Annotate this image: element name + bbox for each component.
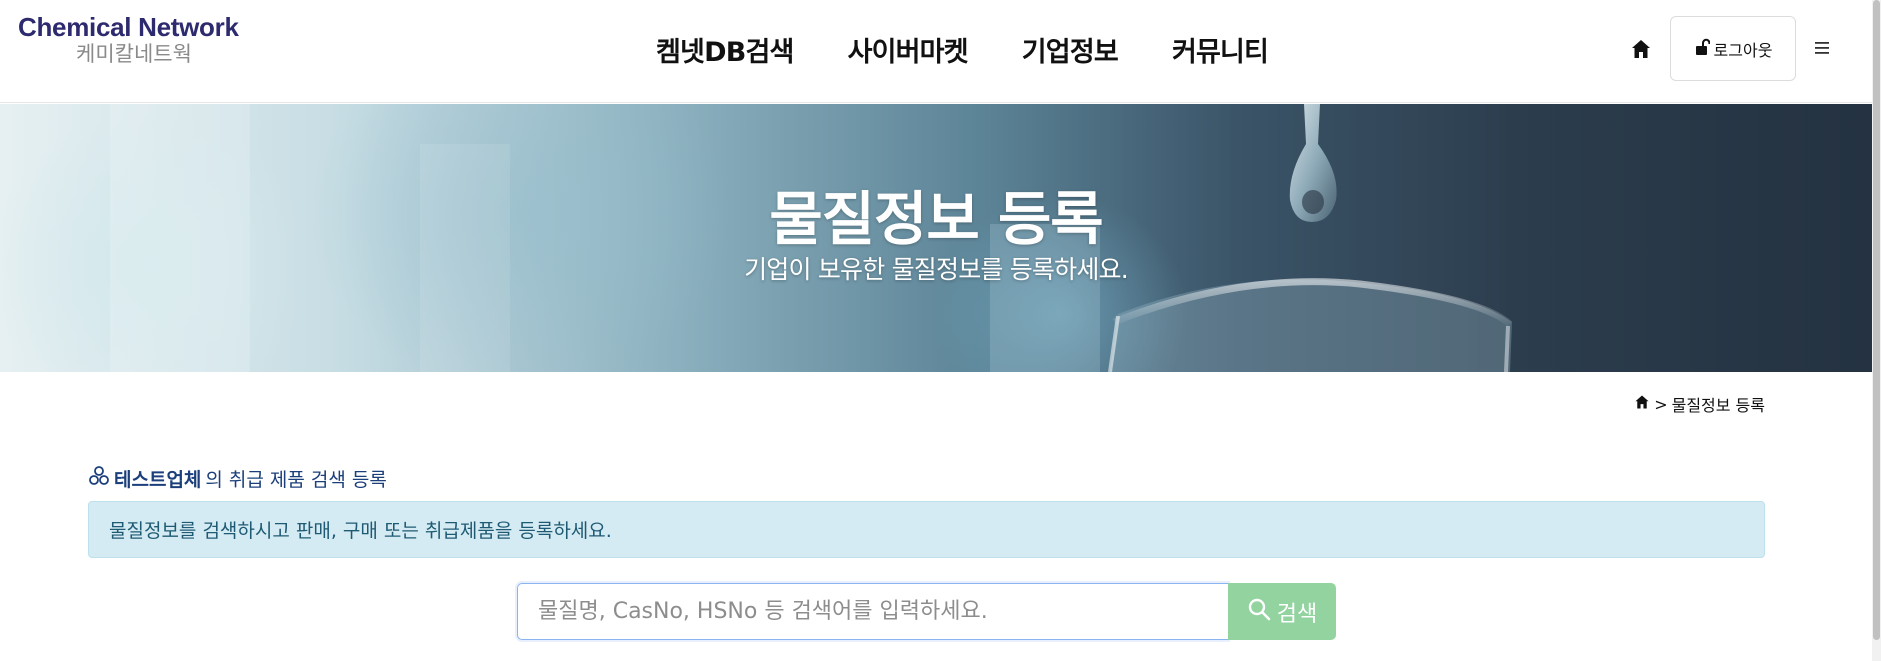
logout-label: 로그아웃 <box>1713 40 1773 60</box>
site-header: Chemical Network 케미칼네트웍 켐넷DB검색 사이버마켓 기업정… <box>0 0 1872 103</box>
search-input[interactable] <box>517 583 1228 640</box>
breadcrumb-current: 물질정보 등록 <box>1671 396 1765 415</box>
search-button-label: 검색 <box>1276 600 1318 626</box>
nav-community[interactable]: 커뮤니티 <box>1172 30 1269 69</box>
breadcrumb: > 물질정보 등록 <box>1634 392 1765 416</box>
unlock-icon <box>1694 38 1710 60</box>
hero-banner: 물질정보 등록 기업이 보유한 물질정보를 등록하세요. <box>0 104 1872 372</box>
hamburger-icon[interactable] <box>1814 34 1830 62</box>
search-icon <box>1247 597 1271 627</box>
molecule-icon <box>88 465 110 492</box>
logo-korean: 케미칼네트웍 <box>76 42 192 66</box>
logo-english: Chemical Network <box>18 12 239 42</box>
company-name: 테스트업체 <box>114 469 202 491</box>
logout-button[interactable]: 로그아웃 <box>1670 16 1796 81</box>
site-logo[interactable]: Chemical Network 케미칼네트웍 <box>18 12 239 66</box>
hero-subtitle: 기업이 보유한 물질정보를 등록하세요. <box>744 255 1129 284</box>
nav-company-info[interactable]: 기업정보 <box>1022 30 1119 69</box>
scrollbar-thumb[interactable] <box>1873 0 1880 640</box>
breadcrumb-home-icon[interactable] <box>1634 394 1650 414</box>
main-nav: 켐넷DB검색 사이버마켓 기업정보 커뮤니티 <box>656 30 1269 69</box>
breadcrumb-separator: > <box>1654 394 1668 414</box>
info-alert: 물질정보를 검색하시고 판매, 구매 또는 취급제품을 등록하세요. <box>88 501 1765 558</box>
section-title-text: 의 취급 제품 검색 등록 <box>205 469 387 491</box>
hero-title: 물질정보 등록 <box>769 185 1103 253</box>
page-scrollbar[interactable] <box>1872 0 1881 661</box>
nav-chemnet-db-search[interactable]: 켐넷DB검색 <box>656 30 794 69</box>
nav-cyber-market[interactable]: 사이버마켓 <box>848 30 969 69</box>
section-title: 테스트업체 의 취급 제품 검색 등록 <box>88 465 387 492</box>
home-icon[interactable] <box>1630 38 1652 60</box>
search-button[interactable]: 검색 <box>1228 583 1336 640</box>
info-alert-text: 물질정보를 검색하시고 판매, 구매 또는 취급제품을 등록하세요. <box>109 520 612 542</box>
